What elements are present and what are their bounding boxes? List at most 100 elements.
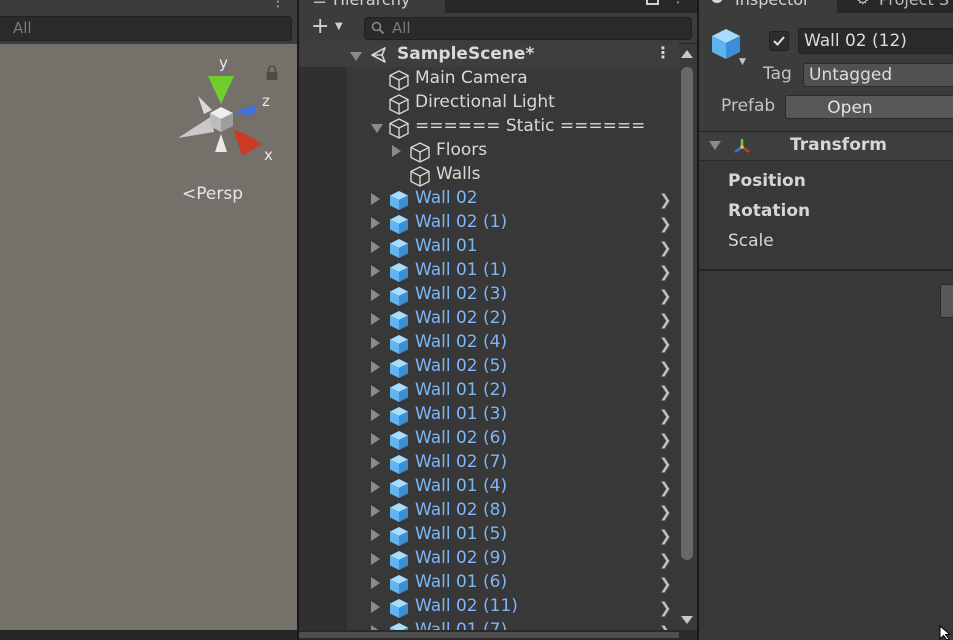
hierarchy-prefab-row[interactable]: Wall 02 (7) ❯ — [299, 451, 679, 475]
hierarchy-prefab-row[interactable]: Wall 01 (2) ❯ — [299, 379, 679, 403]
open-prefab-chevron-icon[interactable]: ❯ — [659, 359, 672, 377]
open-prefab-chevron-icon[interactable]: ❯ — [659, 215, 672, 233]
gizmo-neg-x-cone[interactable] — [178, 116, 214, 138]
hierarchy-prefab-row[interactable]: Wall 02 (6) ❯ — [299, 427, 679, 451]
foldout-collapsed-arrow-icon[interactable] — [371, 217, 380, 229]
foldout-collapsed-arrow-icon[interactable] — [371, 409, 380, 421]
hierarchy-row[interactable]: Walls — [299, 163, 679, 187]
object-name-field[interactable]: Wall 02 (12) — [798, 28, 953, 54]
foldout-collapsed-arrow-icon[interactable] — [371, 241, 380, 253]
foldout-collapsed-arrow-icon[interactable] — [371, 505, 380, 517]
foldout-collapsed-arrow-icon[interactable] — [371, 433, 380, 445]
transform-foldout-arrow-icon[interactable] — [709, 141, 721, 150]
open-prefab-chevron-icon[interactable]: ❯ — [659, 455, 672, 473]
foldout-collapsed-arrow-icon[interactable] — [371, 313, 380, 325]
transform-component-header[interactable]: Transform — [699, 132, 953, 161]
scroll-down-arrow-icon[interactable] — [681, 616, 693, 624]
open-prefab-chevron-icon[interactable]: ❯ — [659, 191, 672, 209]
open-prefab-chevron-icon[interactable]: ❯ — [659, 311, 672, 329]
foldout-collapsed-arrow-icon[interactable] — [371, 601, 380, 613]
hierarchy-prefab-row[interactable]: Wall 01 (6) ❯ — [299, 571, 679, 595]
foldout-collapsed-arrow-icon[interactable] — [392, 145, 401, 157]
scale-label[interactable]: Scale — [728, 231, 774, 251]
foldout-collapsed-arrow-icon[interactable] — [371, 193, 380, 205]
gizmo-y-cone[interactable] — [208, 76, 234, 104]
hierarchy-row[interactable]: Main Camera — [299, 67, 679, 91]
hierarchy-menu-dots-icon[interactable]: ⋮ — [671, 0, 685, 6]
prefab-cube-icon[interactable] — [710, 27, 742, 61]
hierarchy-prefab-row[interactable]: Wall 02 (5) ❯ — [299, 355, 679, 379]
open-prefab-chevron-icon[interactable]: ❯ — [659, 383, 672, 401]
open-prefab-chevron-icon[interactable]: ❯ — [659, 599, 672, 617]
hierarchy-prefab-row[interactable]: Wall 01 ❯ — [299, 235, 679, 259]
open-prefab-chevron-icon[interactable]: ❯ — [659, 239, 672, 257]
scene-menu-dots-icon[interactable]: ⋮ — [271, 0, 285, 10]
tab-hierarchy[interactable]: ☰ Hierarchy — [299, 0, 445, 13]
foldout-collapsed-arrow-icon[interactable] — [371, 553, 380, 565]
gizmo-neg-y-cone[interactable] — [215, 134, 227, 152]
foldout-collapsed-arrow-icon[interactable] — [371, 529, 380, 541]
open-prefab-chevron-icon[interactable]: ❯ — [659, 335, 672, 353]
open-prefab-chevron-icon[interactable]: ❯ — [659, 431, 672, 449]
open-prefab-chevron-icon[interactable]: ❯ — [659, 575, 672, 593]
hierarchy-prefab-row[interactable]: Wall 01 (1) ❯ — [299, 259, 679, 283]
foldout-collapsed-arrow-icon[interactable] — [371, 481, 380, 493]
hierarchy-prefab-row[interactable]: Wall 01 (3) ❯ — [299, 403, 679, 427]
rotation-label[interactable]: Rotation — [728, 201, 810, 221]
hierarchy-prefab-row[interactable]: Wall 01 (5) ❯ — [299, 523, 679, 547]
tag-dropdown[interactable]: Untagged — [803, 63, 953, 87]
hierarchy-prefab-row[interactable]: Wall 02 (2) ❯ — [299, 307, 679, 331]
hierarchy-prefab-row[interactable]: Wall 02 ❯ — [299, 187, 679, 211]
row-label: Wall 02 (2) — [415, 308, 508, 328]
open-prefab-chevron-icon[interactable]: ❯ — [659, 503, 672, 521]
scroll-up-arrow-icon[interactable] — [681, 50, 693, 58]
scene-foldout-arrow-icon[interactable] — [350, 52, 362, 61]
lock-icon[interactable] — [265, 65, 279, 81]
hierarchy-prefab-row[interactable]: Wall 02 (3) ❯ — [299, 283, 679, 307]
gizmo-z-cone[interactable] — [234, 104, 258, 116]
foldout-collapsed-arrow-icon[interactable] — [371, 457, 380, 469]
active-checkbox[interactable] — [769, 31, 789, 51]
hierarchy-row[interactable]: Directional Light — [299, 91, 679, 115]
hierarchy-row[interactable]: ====== Static ====== — [299, 115, 679, 139]
hierarchy-row[interactable]: Floors — [299, 139, 679, 163]
projection-toggle[interactable]: <Persp — [182, 184, 243, 204]
hierarchy-search-input[interactable]: All — [364, 17, 692, 40]
gizmo-neg-z-cone[interactable] — [198, 96, 212, 114]
add-dropdown-caret-icon[interactable]: ▼ — [335, 21, 343, 32]
foldout-collapsed-arrow-icon[interactable] — [371, 361, 380, 373]
scene-menu-dots-icon[interactable]: ⋮ — [655, 43, 671, 62]
foldout-collapsed-arrow-icon[interactable] — [371, 289, 380, 301]
foldout-collapsed-arrow-icon[interactable] — [371, 577, 380, 589]
foldout-collapsed-arrow-icon[interactable] — [371, 337, 380, 349]
hierarchy-prefab-row[interactable]: Wall 02 (8) ❯ — [299, 499, 679, 523]
foldout-expanded-arrow-icon[interactable] — [371, 124, 383, 133]
foldout-collapsed-arrow-icon[interactable] — [371, 385, 380, 397]
open-prefab-chevron-icon[interactable]: ❯ — [659, 263, 672, 281]
open-prefab-chevron-icon[interactable]: ❯ — [659, 407, 672, 425]
open-prefab-button[interactable]: Open — [785, 95, 953, 119]
hierarchy-prefab-row[interactable]: Wall 02 (4) ❯ — [299, 331, 679, 355]
icon-dropdown-caret-icon[interactable]: ▼ — [739, 57, 746, 67]
open-prefab-chevron-icon[interactable]: ❯ — [659, 551, 672, 569]
scene-search-input[interactable]: All — [0, 16, 292, 41]
open-prefab-chevron-icon[interactable]: ❯ — [659, 527, 672, 545]
row-label: Wall 02 (3) — [415, 284, 508, 304]
hierarchy-prefab-row[interactable]: Wall 02 (11) ❯ — [299, 595, 679, 619]
hierarchy-prefab-row[interactable]: Wall 02 (9) ❯ — [299, 547, 679, 571]
tab-project-settings[interactable]: Project S — [879, 0, 949, 9]
tab-inspector[interactable]: Inspector — [699, 0, 837, 13]
hierarchy-horizontal-scroll-thumb[interactable] — [299, 632, 679, 638]
open-prefab-chevron-icon[interactable]: ❯ — [659, 479, 672, 497]
foldout-collapsed-arrow-icon[interactable] — [371, 265, 380, 277]
position-label[interactable]: Position — [728, 171, 806, 191]
hierarchy-prefab-row[interactable]: Wall 02 (1) ❯ — [299, 211, 679, 235]
open-prefab-chevron-icon[interactable]: ❯ — [659, 287, 672, 305]
scene-header-row[interactable]: SampleScene* ⋮ — [299, 43, 679, 67]
maximize-icon[interactable] — [646, 0, 659, 5]
add-object-button[interactable]: + — [311, 14, 329, 39]
gizmo-x-cone[interactable] — [234, 130, 262, 156]
hierarchy-scroll-thumb[interactable] — [681, 67, 693, 560]
hierarchy-prefab-row[interactable]: Wall 01 (4) ❯ — [299, 475, 679, 499]
add-component-button[interactable] — [940, 284, 953, 318]
